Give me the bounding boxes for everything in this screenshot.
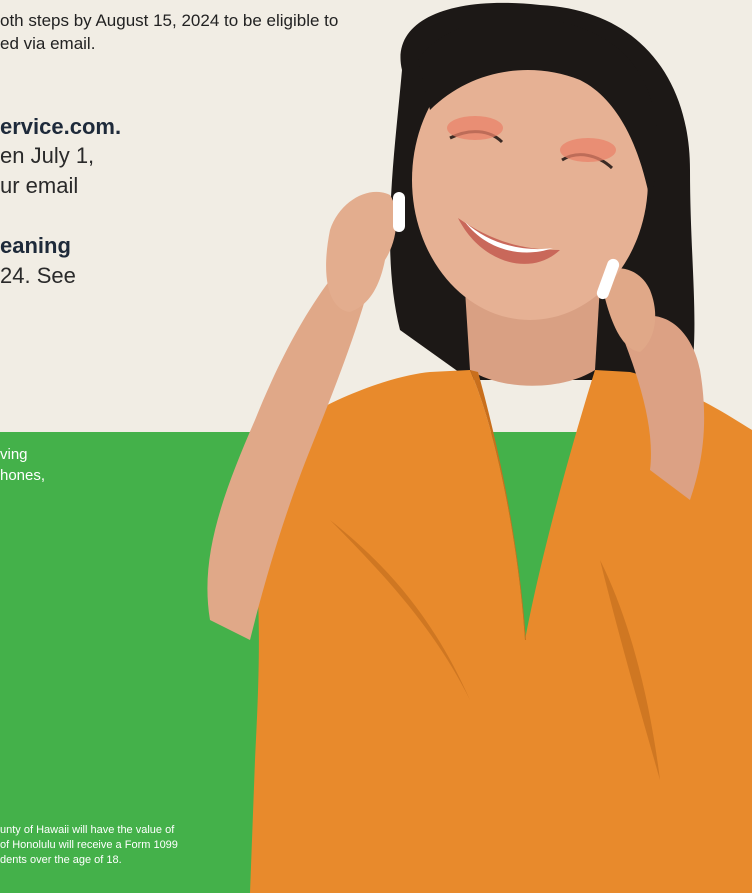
right-eyeshadow [560,138,616,162]
left-hand [326,191,397,312]
woman-with-earbuds-photo [207,2,752,893]
left-earbud-icon [393,192,405,232]
left-eyeshadow [447,116,503,140]
